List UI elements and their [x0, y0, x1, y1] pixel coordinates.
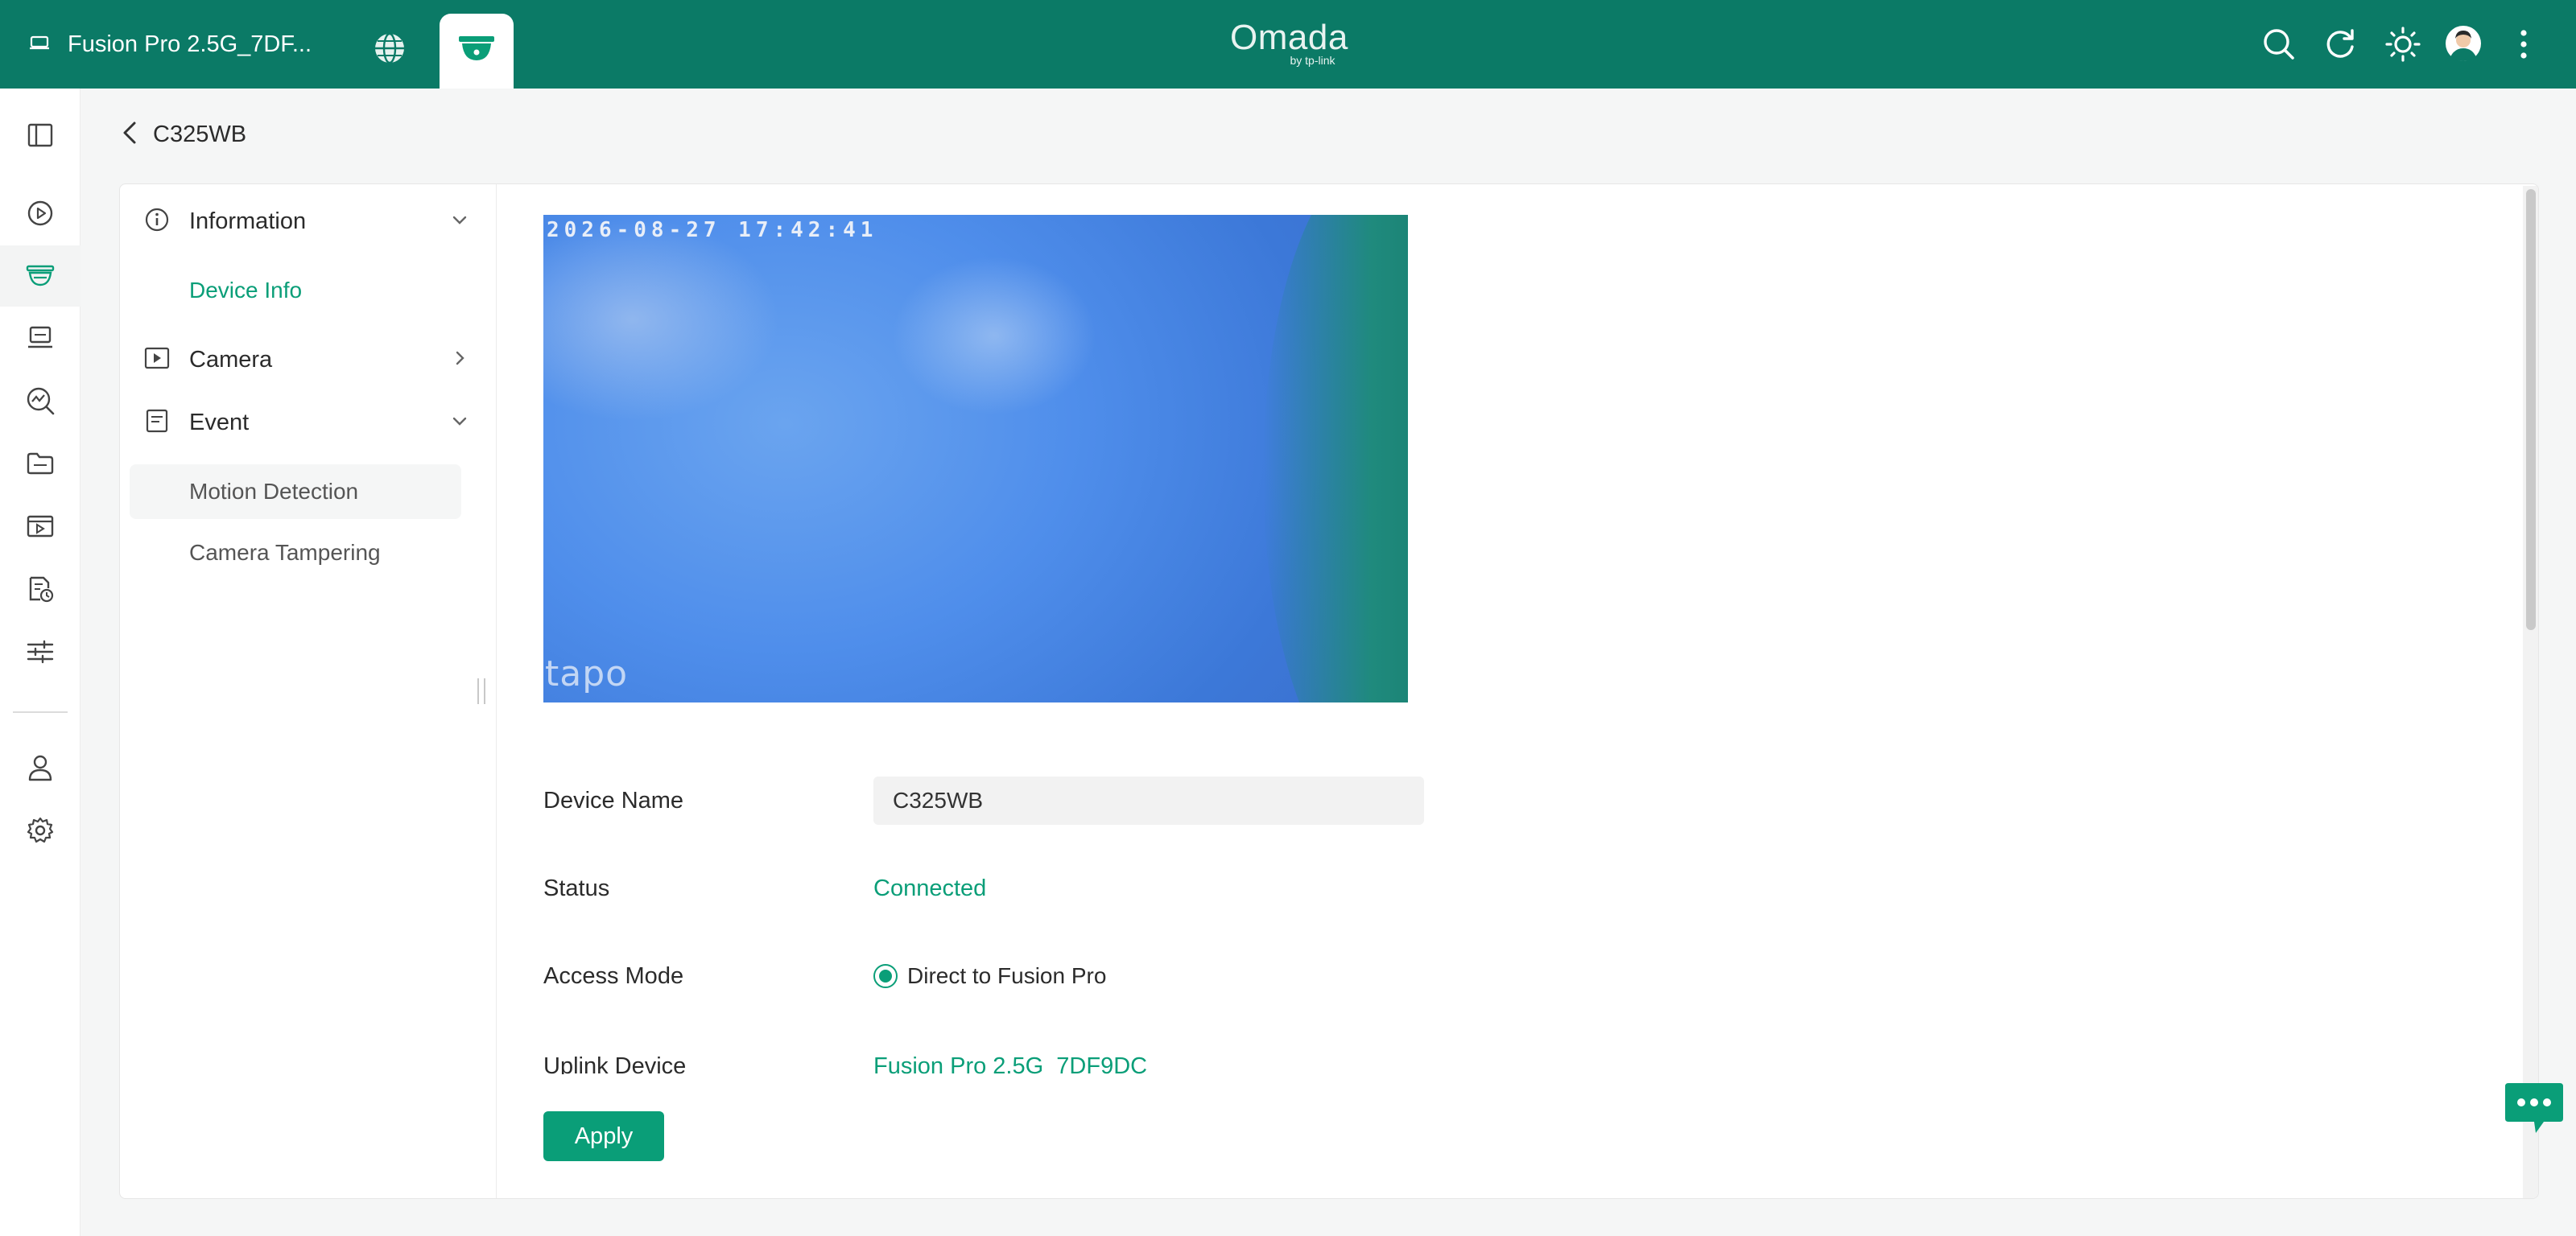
uplink-device-link[interactable]: Fusion Pro 2.5G_7DF9DC [873, 1053, 1147, 1075]
live-preview[interactable]: 2026-08-27 17:42:41 tapo [543, 215, 1408, 702]
status-label: Status [543, 875, 610, 901]
breadcrumb: C325WB [121, 114, 246, 154]
panel-resize-handle[interactable] [476, 678, 487, 707]
gear-icon[interactable] [0, 800, 80, 861]
logo-text: Omada [1230, 18, 1348, 57]
row-access-mode: Access Mode Direct to Fusion Pro [543, 952, 1106, 1000]
row-device-name: Device Name C325WB [543, 777, 1424, 825]
video-timestamp: 2026-08-27 17:42:41 [547, 218, 878, 242]
logs-icon[interactable] [0, 558, 80, 620]
device-name-field[interactable]: C325WB [873, 777, 1424, 825]
access-mode-label: Access Mode [543, 962, 684, 989]
theme-icon[interactable] [2383, 24, 2423, 64]
omada-logo: Omada by tp-link [1230, 18, 1348, 68]
nav-camera-label: Camera [189, 346, 273, 373]
nav-information-label: Information [189, 208, 307, 234]
settings-subnav: Information Device Info Camera Event Mot… [120, 184, 497, 1198]
content-scrollbar[interactable] [2523, 186, 2538, 1198]
chevron-right-icon [450, 348, 469, 372]
app-root: Fusion Pro 2.5G_7DF... Omada by tp-link [0, 0, 2576, 1236]
devices-icon[interactable] [0, 307, 80, 369]
sidebar-toggle-icon[interactable] [0, 105, 80, 166]
page-title: C325WB [153, 121, 247, 147]
more-icon[interactable] [2512, 24, 2536, 64]
nav-group-camera[interactable]: Camera [144, 336, 482, 384]
info-icon [144, 207, 170, 237]
access-mode-radio[interactable]: Direct to Fusion Pro [873, 963, 1106, 989]
rail-divider [13, 711, 68, 713]
files-icon[interactable] [0, 433, 80, 494]
nav-item-camera-tampering[interactable]: Camera Tampering [130, 525, 461, 580]
chevron-down-icon [450, 411, 469, 435]
search-icon[interactable] [2259, 24, 2299, 64]
left-rail [0, 89, 80, 1236]
device-name-label: Device Name [543, 787, 684, 814]
nav-event-label: Event [189, 409, 250, 435]
insights-icon[interactable] [0, 370, 80, 431]
access-mode-value: Direct to Fusion Pro [907, 963, 1107, 988]
camera-play-icon [144, 346, 170, 374]
nav-group-information[interactable]: Information [144, 197, 482, 245]
dashboard-icon[interactable] [0, 183, 80, 244]
apply-button[interactable]: Apply [543, 1111, 664, 1161]
nav-item-motion-detection[interactable]: Motion Detection [130, 464, 461, 519]
lens-edge [1263, 215, 1408, 702]
row-uplink-device: Uplink Device Fusion Pro 2.5G_7DF9DC [543, 1042, 1147, 1075]
avatar-icon[interactable] [2442, 23, 2484, 64]
event-icon [144, 408, 170, 438]
user-icon[interactable] [0, 737, 80, 798]
device-info-content: 2026-08-27 17:42:41 tapo Device Name C32… [497, 184, 2518, 1198]
back-arrow-icon[interactable] [121, 121, 138, 149]
uplink-label: Uplink Device [543, 1053, 687, 1075]
status-value: Connected [873, 875, 987, 901]
device-selector[interactable]: Fusion Pro 2.5G_7DF... [29, 23, 312, 66]
device-name: Fusion Pro 2.5G_7DF... [68, 31, 312, 57]
content-scroll-area: 2026-08-27 17:42:41 tapo Device Name C32… [497, 184, 2518, 1074]
playback-icon[interactable] [0, 496, 80, 557]
refresh-icon[interactable] [2320, 24, 2360, 64]
radio-selected-icon [873, 964, 898, 988]
nav-item-device-info[interactable]: Device Info [130, 263, 461, 318]
video-watermark: tapo [545, 653, 629, 694]
globe-icon[interactable] [369, 27, 411, 69]
tab-surveillance[interactable] [440, 14, 514, 89]
scrollbar-thumb[interactable] [2526, 189, 2536, 630]
main-panel: Information Device Info Camera Event Mot… [119, 183, 2539, 1199]
camera-icon [457, 33, 496, 69]
chevron-down-icon [450, 210, 469, 233]
router-icon [29, 34, 50, 56]
surveillance-icon[interactable] [0, 245, 80, 307]
chat-support-icon[interactable] [2504, 1080, 2565, 1136]
row-status: Status Connected [543, 864, 986, 913]
top-bar: Fusion Pro 2.5G_7DF... Omada by tp-link [0, 0, 2576, 89]
settings-sliders-icon[interactable] [0, 621, 80, 682]
nav-group-event[interactable]: Event [144, 398, 482, 447]
